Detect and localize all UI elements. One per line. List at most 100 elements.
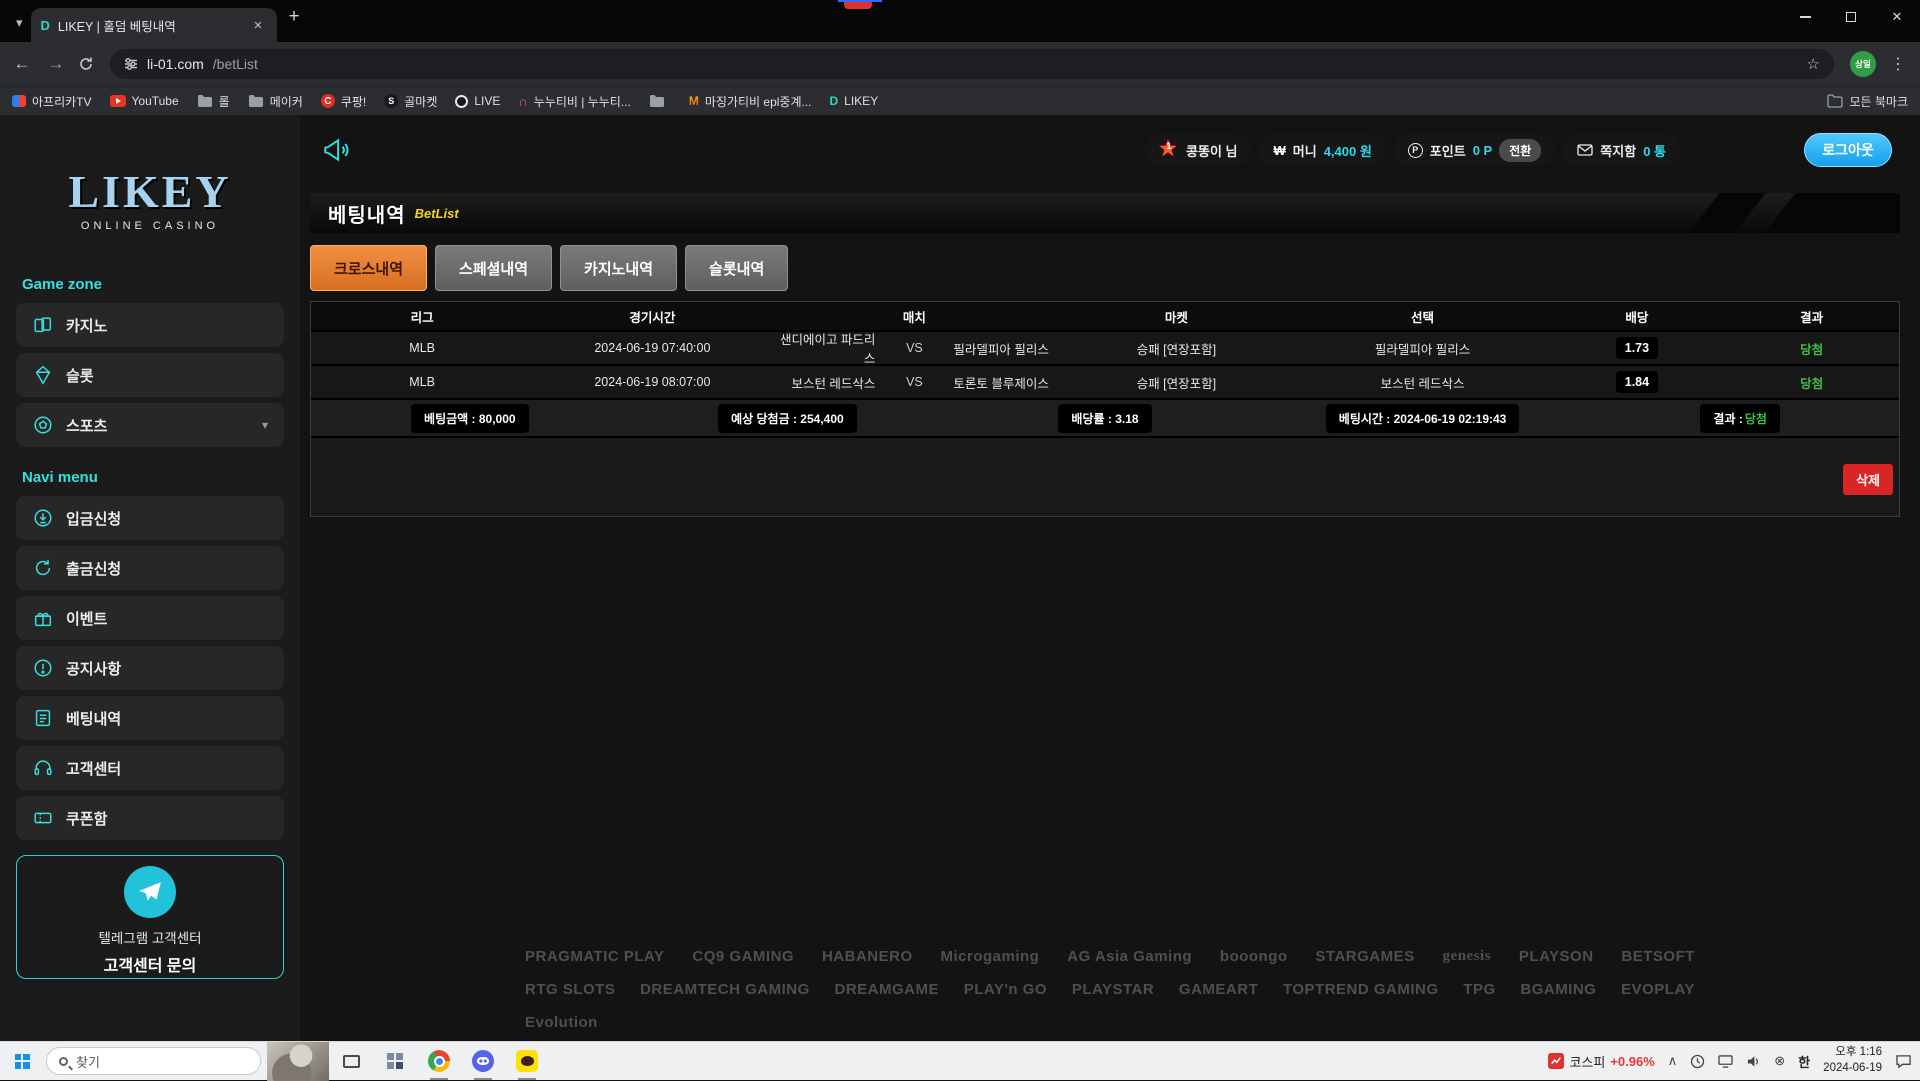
bookmark-folder[interactable]: 롤: [197, 93, 230, 110]
money-pill[interactable]: ₩ 머니 4,400 원: [1259, 134, 1385, 166]
sidebar-item-casino[interactable]: 카지노: [16, 303, 284, 347]
tab-title: LIKEY | 홀덤 베팅내역: [58, 16, 241, 35]
megaphone-icon[interactable]: [322, 137, 350, 163]
bookmark-star-icon[interactable]: ☆: [1807, 55, 1820, 73]
result-badge: 당첨: [1800, 377, 1823, 391]
market: 승패 [연장포함]: [1057, 339, 1295, 358]
bookmark-item[interactable]: LIVE: [455, 94, 500, 108]
document-list-icon: [32, 707, 54, 729]
tab-close-icon[interactable]: ✕: [249, 17, 266, 34]
sidebar: LIKEY ONLINE CASINO Game zone 카지노 슬롯 스포츠…: [0, 115, 300, 1041]
provider-logo: genesis: [1443, 948, 1492, 965]
site-logo[interactable]: LIKEY: [0, 165, 300, 218]
sidebar-item-notice[interactable]: 공지사항: [16, 646, 284, 690]
window-minimize-button[interactable]: [1782, 0, 1828, 34]
taskbar-clock[interactable]: 오후 1:16 2024-06-19: [1823, 1045, 1882, 1076]
provider-logo: PLAYSON: [1519, 948, 1594, 965]
home-team: 보스턴 레드삭스: [772, 373, 888, 392]
taskbar-app-chrome[interactable]: [417, 1042, 461, 1081]
profile-avatar[interactable]: 상일: [1850, 51, 1876, 77]
telegram-cta: 고객센터 문의: [17, 952, 283, 976]
gem-icon: [32, 364, 54, 386]
sidebar-item-coupon[interactable]: 쿠폰함: [16, 796, 284, 840]
taskbar-search[interactable]: 찾기: [46, 1047, 261, 1075]
bet-tabs: 크로스내역 스페셜내역 카지노내역 슬롯내역: [310, 245, 1900, 291]
away-team: 토론토 블루제이스: [941, 373, 1057, 392]
address-bar[interactable]: li-01.com/betList ☆: [110, 49, 1834, 79]
sidebar-item-withdraw[interactable]: 출금신청: [16, 546, 284, 590]
table-footer: 삭제: [311, 438, 1899, 516]
forward-icon[interactable]: →: [44, 54, 68, 74]
live-icon: [455, 95, 468, 108]
site-header: ★1 콩똥이 님 ₩ 머니 4,400 원 P 포인트 0 P 전환 쪽지함 0…: [300, 115, 1920, 185]
back-icon[interactable]: ←: [10, 54, 34, 74]
browser-menu-icon[interactable]: ⋮: [1886, 54, 1910, 74]
windows-logo-icon: [15, 1054, 30, 1069]
tray-expand-icon[interactable]: ∧: [1668, 1053, 1678, 1069]
league: MLB: [311, 341, 533, 355]
tab-slots[interactable]: 슬롯내역: [685, 245, 788, 291]
window-close-button[interactable]: ✕: [1874, 0, 1920, 34]
taskbar-app-discord[interactable]: [461, 1042, 505, 1081]
table-header: 리그 경기시간 매치 마켓 선택 배당 결과: [311, 302, 1899, 332]
site-info-icon[interactable]: [124, 57, 138, 71]
browser-toolbar: ← → li-01.com/betList ☆ 상일 ⋮: [0, 42, 1920, 86]
sidebar-item-event[interactable]: 이벤트: [16, 596, 284, 640]
bet-table: 리그 경기시간 매치 마켓 선택 배당 결과 MLB 2024-06-19 07…: [310, 301, 1900, 517]
bookmark-item[interactable]: 아프리카TV: [12, 93, 92, 110]
bookmark-item[interactable]: DLIKEY: [830, 94, 879, 108]
new-tab-button[interactable]: +: [289, 6, 300, 28]
task-view-icon: [343, 1055, 360, 1068]
user-level-pill[interactable]: ★1 콩똥이 님: [1145, 134, 1251, 166]
sidebar-item-betlist[interactable]: 베팅내역: [16, 696, 284, 740]
sidebar-item-deposit[interactable]: 입금신청: [16, 496, 284, 540]
search-placeholder: 찾기: [76, 1052, 100, 1071]
bet-amount-badge: 베팅금액 : 80,000: [411, 404, 529, 433]
logout-button[interactable]: 로그아웃: [1804, 133, 1892, 167]
bookmark-item[interactable]: M마징가티비 epl중계...: [689, 93, 812, 110]
provider-logo: HABANERO: [822, 948, 913, 965]
bookmark-item[interactable]: C쿠팡!: [321, 93, 366, 110]
bookmark-item[interactable]: ∩누누티비 | 누누티...: [518, 93, 630, 110]
sidebar-item-slots[interactable]: 슬롯: [16, 353, 284, 397]
result-badge: 당첨: [1800, 343, 1823, 357]
speaker-icon[interactable]: [1746, 1055, 1761, 1068]
mailbox-pill[interactable]: 쪽지함 0 통: [1563, 134, 1680, 166]
window-maximize-button[interactable]: [1828, 0, 1874, 34]
money-label: 머니: [1293, 141, 1317, 160]
tab-search-icon[interactable]: ▾: [16, 15, 23, 31]
tab-casino[interactable]: 카지노내역: [560, 245, 677, 291]
sidebar-item-sports[interactable]: 스포츠 ▾: [16, 403, 284, 447]
point-label: 포인트: [1430, 141, 1466, 160]
task-view-button[interactable]: [329, 1042, 373, 1081]
all-bookmarks-button[interactable]: 모든 북마크: [1827, 93, 1908, 110]
bookmark-item[interactable]: S골마켓: [384, 93, 437, 110]
delete-button[interactable]: 삭제: [1843, 464, 1893, 495]
bookmark-item[interactable]: YouTube: [110, 94, 179, 108]
safely-remove-icon[interactable]: ⊗: [1774, 1053, 1785, 1069]
windows-start-button[interactable]: [0, 1054, 44, 1069]
match-time: 2024-06-19 07:40:00: [533, 341, 771, 355]
bookmark-folder[interactable]: [649, 94, 671, 108]
telegram-support-box[interactable]: 텔레그램 고객센터 고객센터 문의: [16, 855, 284, 979]
tab-special[interactable]: 스페셜내역: [435, 245, 552, 291]
convert-button[interactable]: 전환: [1499, 139, 1541, 162]
stock-widget[interactable]: 코스피 +0.96%: [1548, 1052, 1654, 1071]
table-row: MLB 2024-06-19 07:40:00 샌디에이고 파드리스VS필라델피…: [311, 332, 1899, 366]
ime-indicator[interactable]: 한: [1798, 1052, 1810, 1071]
display-icon[interactable]: [1718, 1055, 1733, 1068]
refresh-icon[interactable]: [78, 56, 94, 72]
taskbar-app-grid[interactable]: [373, 1042, 417, 1081]
clock-icon[interactable]: [1690, 1054, 1705, 1069]
point-pill[interactable]: P 포인트 0 P 전환: [1394, 134, 1556, 166]
browser-tab[interactable]: D LIKEY | 홀덤 베팅내역 ✕: [31, 8, 277, 42]
notification-icon[interactable]: [1895, 1054, 1912, 1069]
provider-logo: AG Asia Gaming: [1067, 948, 1192, 965]
provider-logo: BETSOFT: [1621, 948, 1695, 965]
sidebar-item-support[interactable]: 고객센터: [16, 746, 284, 790]
folder-icon: [649, 94, 665, 108]
tab-cross[interactable]: 크로스내역: [310, 245, 427, 291]
bookmark-folder[interactable]: 메이커: [248, 93, 303, 110]
taskbar-app-kakaotalk[interactable]: [505, 1042, 549, 1081]
vs-label: VS: [887, 341, 941, 355]
